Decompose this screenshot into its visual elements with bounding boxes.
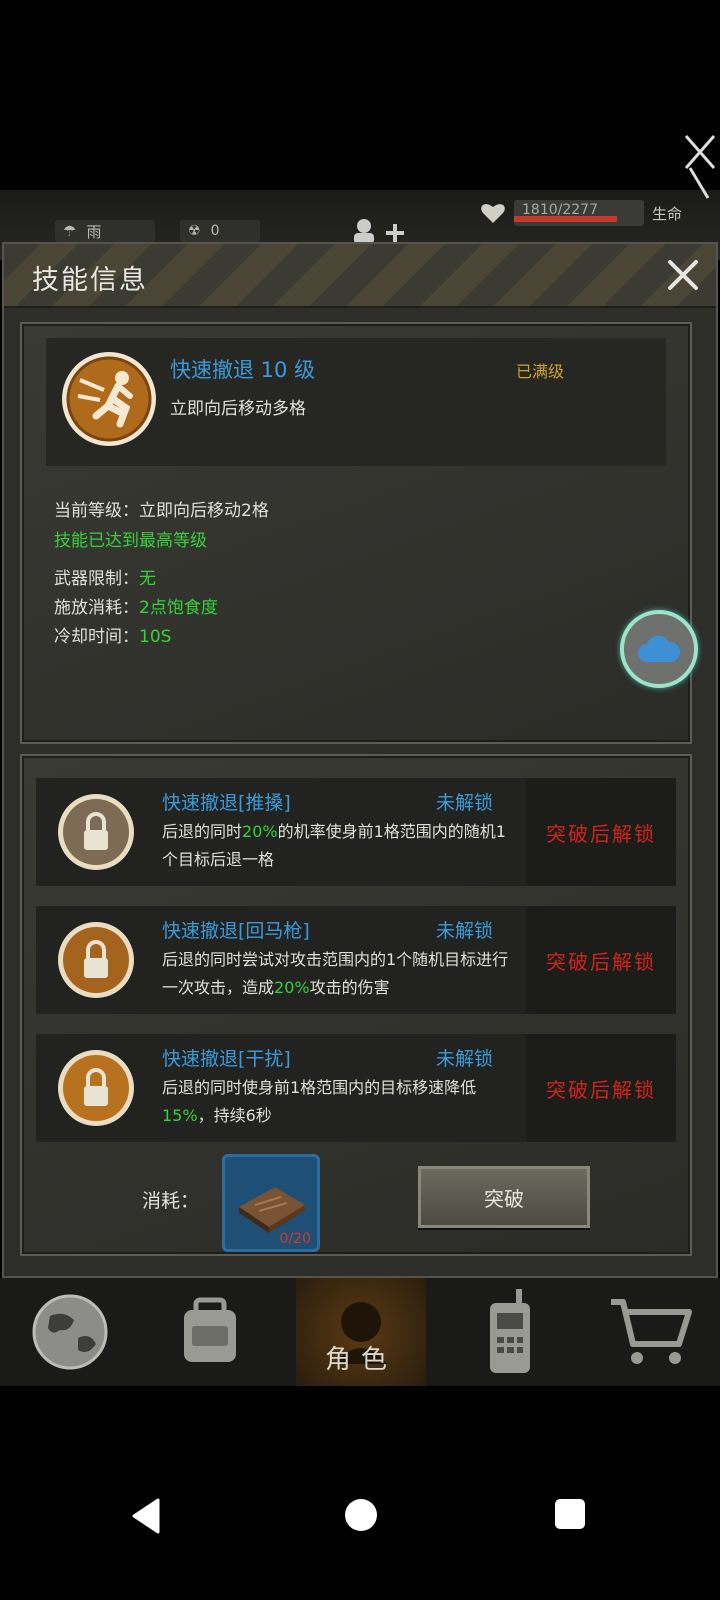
- subskill-row: 快速撤退[推搡] 未解锁 后退的同时20%的机率使身前1格范围内的随机1个目标后…: [36, 778, 676, 886]
- skill-name: 快速撤退 10 级: [170, 358, 316, 382]
- home-icon[interactable]: [344, 1498, 378, 1532]
- nav-radio[interactable]: [450, 1278, 570, 1386]
- nav-world-map[interactable]: [10, 1278, 130, 1386]
- subskill-name: 快速撤退[干扰]: [162, 1048, 291, 1070]
- weapon-limit-value: 无: [139, 569, 156, 589]
- subskill-row: 快速撤退[回马枪] 未解锁 后退的同时尝试对攻击范围内的1个随机目标进行一次攻击…: [36, 906, 676, 1014]
- subskill-description: 后退的同时20%的机率使身前1格范围内的随机1个目标后退一格: [162, 822, 506, 869]
- current-level-value: 立即向后移动2格: [139, 501, 269, 521]
- cooldown-label: 冷却时间：: [54, 627, 139, 647]
- locked-counter-skill-icon: [58, 922, 134, 998]
- unlock-after-breakthrough: 突破后解锁: [526, 1034, 676, 1142]
- subskill-description: 后退的同时尝试对攻击范围内的1个随机目标进行一次攻击，造成20%攻击的伤害: [162, 950, 509, 997]
- hp-label: 生命: [652, 204, 683, 223]
- backpack-icon: [184, 1297, 236, 1362]
- weapon-limit-label: 武器限制：: [54, 569, 139, 589]
- cast-cost-row: 施放消耗：2点饱食度: [54, 593, 218, 618]
- nav-backpack[interactable]: [150, 1278, 270, 1386]
- back-icon[interactable]: [130, 1498, 162, 1534]
- bottom-nav: 角色: [0, 1278, 720, 1386]
- recents-icon[interactable]: [554, 1498, 586, 1530]
- subskill-name: 快速撤退[推搡]: [162, 792, 291, 814]
- subskill-panel: 快速撤退[推搡] 未解锁 后退的同时20%的机率使身前1格范围内的随机1个目标后…: [20, 754, 692, 1256]
- weather-indicator: ☂ 雨: [55, 220, 155, 242]
- cast-cost-label: 施放消耗：: [54, 598, 139, 618]
- floating-cloud-button[interactable]: [620, 610, 698, 688]
- subskill-status: 未解锁: [436, 1048, 494, 1070]
- cast-cost-value: 2点饱食度: [139, 598, 218, 618]
- skill-detail-panel: 快速撤退 10 级 已满级 立即向后移动多格 当前等级：立即向后移动2格 技能已…: [20, 322, 692, 744]
- heart-icon: [481, 204, 505, 223]
- health-bar: 1810/2277 生命: [480, 198, 710, 228]
- nav-character[interactable]: 角色: [296, 1278, 426, 1386]
- add-person-icon[interactable]: [352, 218, 412, 244]
- current-level-label: 当前等级：: [54, 501, 139, 521]
- weapon-limit-row: 武器限制：无: [54, 564, 156, 589]
- cost-label: 消耗：: [142, 1190, 200, 1212]
- weather-label: 雨: [86, 222, 102, 241]
- hp-track: 1810/2277: [514, 200, 644, 226]
- cooldown-value: 10S: [139, 627, 172, 647]
- subskill-row: 快速撤退[干扰] 未解锁 后退的同时使身前1格范围内的目标移速降低15%，持续6…: [36, 1034, 676, 1142]
- locked-push-skill-icon: [58, 794, 134, 870]
- current-level-row: 当前等级：立即向后移动2格: [54, 496, 269, 521]
- dialog-title: 技能信息: [32, 265, 148, 296]
- max-level-note: 技能已达到最高等级: [54, 531, 207, 551]
- radiation-icon: ☢: [188, 223, 201, 239]
- nav-character-label: 角色: [324, 1345, 397, 1375]
- close-icon[interactable]: [664, 256, 702, 294]
- hp-text: 1810/2277: [522, 202, 598, 218]
- locked-interfere-skill-icon: [58, 1050, 134, 1126]
- cost-count: 0/20: [279, 1231, 311, 1247]
- subskill-description: 后退的同时使身前1格范围内的目标移速降低15%，持续6秒: [162, 1078, 477, 1125]
- system-nav-bar: [0, 1470, 720, 1600]
- unlock-after-breakthrough: 突破后解锁: [526, 906, 676, 1014]
- globe-icon: [32, 1294, 108, 1370]
- rain-icon: ☂: [63, 222, 77, 240]
- subskill-status: 未解锁: [436, 920, 494, 942]
- breakthrough-button[interactable]: 突破: [418, 1166, 590, 1228]
- skill-description: 立即向后移动多格: [170, 399, 306, 419]
- cooldown-row: 冷却时间：10S: [54, 622, 171, 647]
- cloud-icon: [638, 635, 681, 662]
- subskill-status: 未解锁: [436, 792, 494, 814]
- max-level-badge: 已满级: [516, 362, 565, 381]
- hud-x-icon[interactable]: [678, 128, 718, 204]
- nav-shop[interactable]: [590, 1278, 710, 1386]
- radiation-indicator: ☢ 0: [180, 220, 260, 242]
- skill-card: 快速撤退 10 级 已满级 立即向后移动多格: [46, 338, 666, 466]
- cost-item-slot[interactable]: 0/20: [222, 1154, 320, 1252]
- retreat-skill-icon: [62, 352, 156, 446]
- skill-info-dialog: 技能信息 快速撤退 10 级 已满级 立即向后移动多格 当前等级：立即向后移动2…: [2, 242, 718, 1278]
- walkie-talkie-icon: [490, 1289, 530, 1373]
- subskill-name: 快速撤退[回马枪]: [162, 920, 310, 942]
- unlock-after-breakthrough: 突破后解锁: [526, 778, 676, 886]
- shopping-cart-icon: [611, 1299, 692, 1364]
- dialog-header: 技能信息: [4, 244, 716, 308]
- radiation-value: 0: [210, 223, 220, 239]
